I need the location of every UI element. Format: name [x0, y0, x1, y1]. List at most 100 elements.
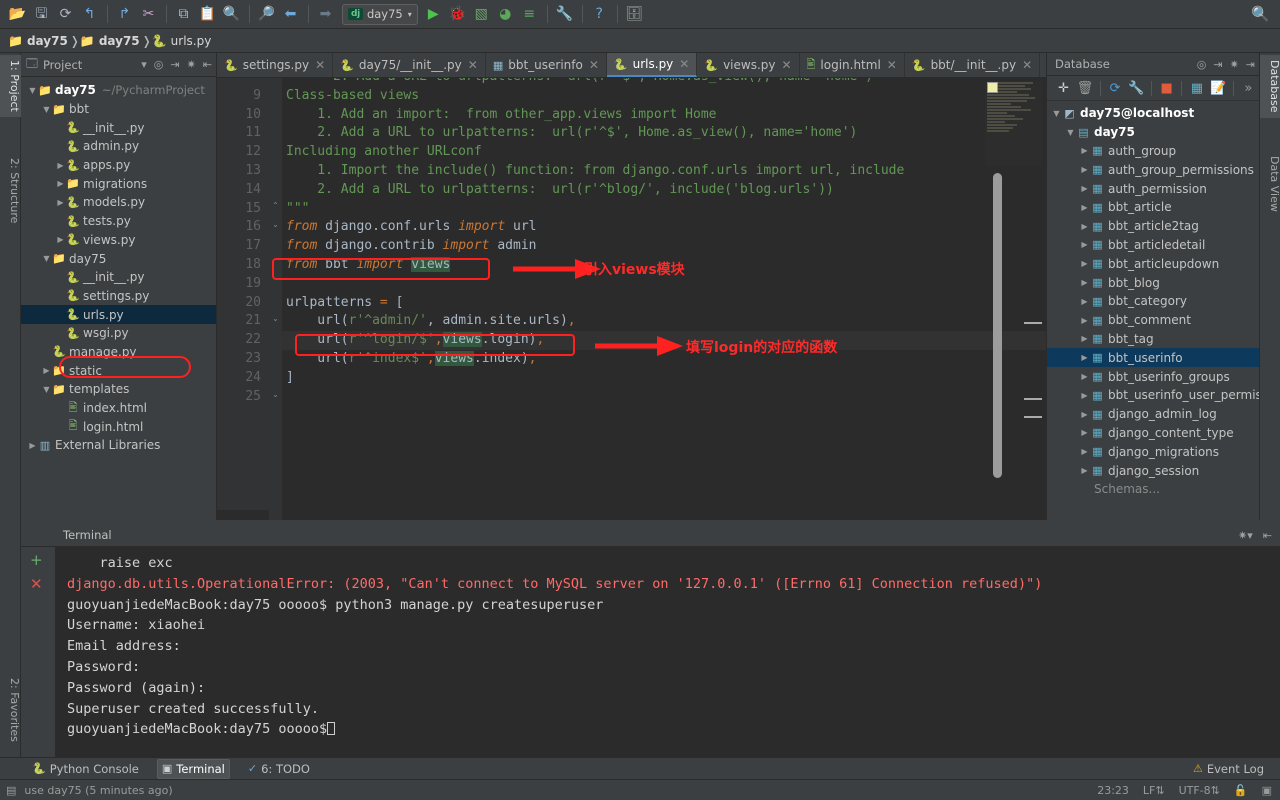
chevron-right-icon[interactable]: ▶	[55, 179, 66, 188]
scroll-from-source-icon[interactable]: ◎	[1197, 58, 1207, 71]
tab-settings-py[interactable]: 🐍 settings.py ✕	[217, 53, 334, 77]
code-line[interactable]: url(r'^admin/', admin.site.urls),	[282, 312, 1046, 331]
code-content[interactable]: 2. Add a URL to urlpatterns: url(r'^$', …	[282, 78, 1046, 520]
find-icon[interactable]: 🔍	[220, 3, 243, 25]
project-tree-item[interactable]: ▶ 📁 static	[21, 361, 216, 380]
sync-refresh-icon[interactable]: ⟳	[54, 3, 77, 25]
code-folding-column[interactable]: ⌃ ⌄ ⌄ ⌄	[269, 78, 282, 520]
project-tree-item[interactable]: ▶🖹 index.html	[21, 399, 216, 418]
code-line[interactable]: from django.contrib import admin	[282, 237, 1046, 256]
close-session-icon[interactable]: ✕	[30, 575, 43, 593]
database-tree-item-selected[interactable]: ▶ ▦ bbt_userinfo	[1047, 348, 1259, 368]
chevron-right-icon[interactable]: ▶	[1079, 334, 1090, 343]
code-line[interactable]: """	[282, 200, 1046, 219]
project-tree-item-selected[interactable]: ▶🐍urls.py	[21, 305, 216, 324]
collapse-all-icon[interactable]: ⇥	[170, 58, 179, 71]
run-to-cursor-icon[interactable]: ≡	[518, 3, 541, 25]
database-tree-item[interactable]: ▶ ▦ bbt_tag	[1047, 330, 1259, 349]
run-icon[interactable]: ▶	[422, 3, 445, 25]
chevron-right-icon[interactable]: ▶	[1079, 372, 1090, 381]
code-editor[interactable]: 9 10 11 12 13 14 15 16 17 18 19 20 21 22 23 24 25 ⌃ ⌄ ⌄ …	[217, 78, 1046, 520]
database-tree-item[interactable]: ▶ ▦ bbt_article	[1047, 198, 1259, 217]
code-line[interactable]: 1. Add an import: from other_app.views i…	[282, 106, 1046, 125]
jump-to-table-icon[interactable]: ▦	[1186, 81, 1207, 96]
chevron-right-icon[interactable]: ▶	[1079, 316, 1090, 325]
database-tree-item[interactable]: ▶ ▦ django_migrations	[1047, 442, 1259, 461]
new-session-icon[interactable]: +	[30, 551, 43, 569]
code-line[interactable]: 2. Add a URL to urlpatterns: url(r'^$', …	[282, 124, 1046, 143]
tab-bbt-init-py[interactable]: 🐍 bbt/__init__.py ✕	[904, 53, 1041, 77]
project-tree-item[interactable]: ▶ 🐍 views.py	[21, 231, 216, 250]
project-tree-item[interactable]: ▶🐍__init__.py	[21, 118, 216, 137]
project-tree-item[interactable]: ▶🐍wsgi.py	[21, 324, 216, 343]
project-tree-item[interactable]: ▼ 📁 day75 ~/PycharmProject	[21, 81, 216, 100]
gear-icon[interactable]: ✷	[187, 58, 196, 71]
project-tree-item[interactable]: ▶🐍admin.py	[21, 137, 216, 156]
sidebar-item-project[interactable]: 1: Project	[0, 55, 21, 117]
tab-login-html[interactable]: 🖹 login.html ✕	[799, 53, 905, 77]
tab-day75-init-py[interactable]: 🐍 day75/__init__.py ✕	[333, 53, 486, 77]
chevron-down-icon[interactable]: ▼	[27, 86, 38, 95]
database-tree-item[interactable]: ▶ ▦ django_content_type	[1047, 424, 1259, 443]
chevron-right-icon[interactable]: ▶	[1079, 466, 1090, 475]
help-icon[interactable]: ?	[588, 3, 611, 25]
event-log-button[interactable]: ⚠ Event Log	[1189, 760, 1268, 778]
sidebar-item-structure[interactable]: 2: Structure	[0, 153, 21, 228]
project-tree-item[interactable]: ▶🐍settings.py	[21, 287, 216, 306]
project-tree-item[interactable]: ▼ 📁 templates	[21, 380, 216, 399]
chevron-down-icon[interactable]: ▼	[1051, 109, 1062, 118]
terminal-tab-label[interactable]: Terminal	[63, 528, 112, 544]
save-all-icon[interactable]: 🖫	[30, 3, 53, 25]
inspection-status-icon[interactable]	[987, 82, 998, 93]
chevron-right-icon[interactable]: ▶	[1079, 146, 1090, 155]
chevron-right-icon[interactable]: ▶	[55, 161, 66, 170]
close-icon[interactable]: ✕	[315, 58, 325, 72]
project-tree-item[interactable]: ▶🐍tests.py	[21, 212, 216, 231]
run-configuration-selector[interactable]: dj day75 ▾	[342, 3, 418, 25]
chevron-right-icon[interactable]: ▶	[1079, 428, 1090, 437]
chevron-down-icon[interactable]: ▾	[408, 10, 412, 19]
code-line[interactable]	[282, 388, 1046, 407]
status-encoding[interactable]: UTF-8⇅	[1179, 784, 1220, 797]
paste-icon[interactable]: 📋	[196, 3, 219, 25]
database-tree-item[interactable]: ▶ ▦ bbt_comment	[1047, 311, 1259, 330]
chevron-right-icon[interactable]: ▶	[1079, 447, 1090, 456]
redo-icon[interactable]: ↱	[113, 3, 136, 25]
fold-marker-icon[interactable]: ⌄	[271, 390, 280, 399]
code-line[interactable]: 2. Add a URL to urlpatterns: url(r'^blog…	[282, 181, 1046, 200]
run-coverage-icon[interactable]: ▧	[470, 3, 493, 25]
status-memory-icon[interactable]: ▤	[6, 784, 16, 797]
close-icon[interactable]: ✕	[781, 58, 791, 72]
project-tree-item[interactable]: ▶ ▥ External Libraries	[21, 436, 216, 455]
remove-datasource-icon[interactable]: 🗑	[1074, 81, 1095, 96]
database-tree-item[interactable]: ▶ ▦ bbt_articledetail	[1047, 236, 1259, 255]
fold-marker-icon[interactable]: ⌄	[271, 220, 280, 229]
fold-marker-icon[interactable]: ⌃	[271, 201, 280, 210]
terminal-output[interactable]: raise exc django.db.utils.OperationalErro…	[55, 547, 1280, 757]
hide-icon[interactable]: ⇤	[203, 58, 212, 71]
breadcrumb-item[interactable]: 🐍 urls.py	[152, 34, 212, 48]
code-line[interactable]: ]	[282, 369, 1046, 388]
chevron-right-icon[interactable]: ▶	[55, 235, 66, 244]
project-tree[interactable]: ▼📁day75~/PycharmProject▼📁bbt▶🐍__init__.p…	[21, 77, 216, 455]
open-folder-icon[interactable]: 📂	[6, 3, 29, 25]
debug-icon[interactable]: 🐞	[446, 3, 469, 25]
breadcrumb-item[interactable]: 📁 day75	[80, 34, 140, 48]
hide-icon[interactable]: ⇥	[1246, 58, 1255, 71]
add-datasource-icon[interactable]: ✛	[1053, 81, 1074, 96]
sidebar-item-data-view[interactable]: Data View	[1260, 151, 1280, 217]
close-icon[interactable]: ✕	[1022, 58, 1032, 72]
datasource-properties-icon[interactable]: 🔧	[1126, 81, 1147, 96]
editor-vertical-scrollbar[interactable]	[993, 173, 1002, 478]
chevron-right-icon[interactable]: ▶	[1079, 240, 1090, 249]
chevron-right-icon[interactable]: ▶	[55, 198, 66, 207]
search-everywhere-icon[interactable]: 🔍	[1251, 5, 1270, 23]
database-tree-item[interactable]: ▶ ▦ bbt_article2tag	[1047, 217, 1259, 236]
project-tree-item[interactable]: ▶🐍__init__.py	[21, 268, 216, 287]
settings-wrench-icon[interactable]: 🔧	[553, 3, 576, 25]
project-tree-item[interactable]: ▶ 🐍 apps.py	[21, 156, 216, 175]
code-line[interactable]: Class-based views	[282, 87, 1046, 106]
copy-icon[interactable]: ⧉	[172, 3, 195, 25]
fold-marker-icon[interactable]: ⌄	[271, 314, 280, 323]
close-icon[interactable]: ✕	[887, 58, 897, 72]
